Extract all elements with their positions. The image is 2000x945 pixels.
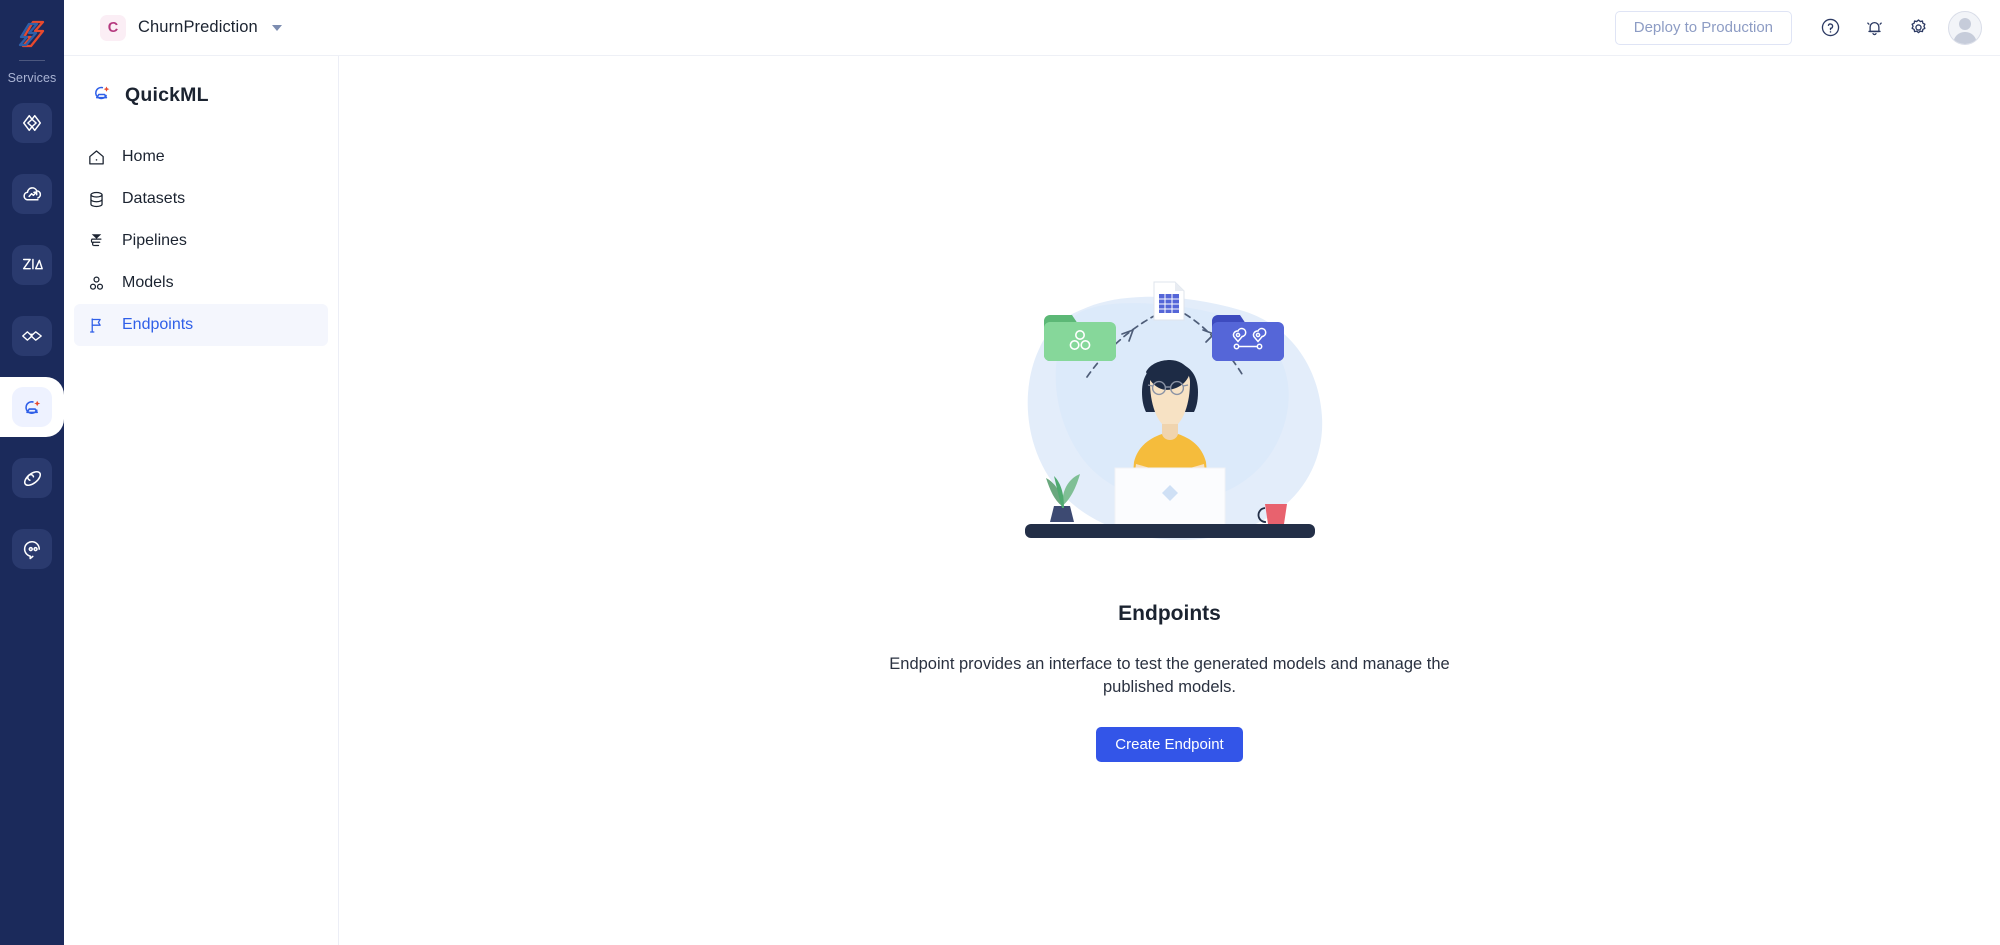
sidebar-item-home[interactable]: Home bbox=[74, 136, 328, 178]
chevron-down-icon bbox=[271, 24, 282, 31]
bell-icon[interactable] bbox=[1852, 6, 1896, 50]
sidebar-item-label: Pipelines bbox=[122, 232, 187, 249]
chat-bubble-icon bbox=[21, 538, 44, 561]
code-brackets-icon bbox=[21, 112, 43, 134]
empty-state-illustration bbox=[1024, 281, 1322, 540]
sidebar-item-label: Home bbox=[122, 148, 165, 165]
dataprep-link-icon bbox=[20, 324, 44, 348]
cloud-analytics-icon bbox=[21, 183, 44, 206]
home-icon bbox=[86, 148, 106, 167]
services-label: Services bbox=[7, 71, 57, 85]
services-rail: Services bbox=[0, 0, 64, 945]
nav-list: Home Datasets Pipelines Models Endpoints bbox=[64, 136, 338, 346]
app-root: Services C ChurnPrediction Deploy to Pro… bbox=[0, 0, 2000, 945]
org-switcher[interactable]: C ChurnPrediction bbox=[100, 14, 282, 41]
quickml-icon bbox=[20, 395, 44, 419]
rail-item-flow-service[interactable] bbox=[12, 458, 52, 498]
empty-state-description: Endpoint provides an interface to test t… bbox=[889, 655, 1450, 697]
avatar-body bbox=[1953, 31, 1977, 44]
sidebar-item-datasets[interactable]: Datasets bbox=[74, 178, 328, 220]
flow-orbit-icon bbox=[21, 467, 44, 490]
zia-analytics-icon bbox=[20, 253, 44, 277]
models-nodes-icon bbox=[86, 274, 106, 293]
rail-item-chat-service[interactable] bbox=[12, 529, 52, 569]
sidebar-item-endpoints[interactable]: Endpoints bbox=[74, 304, 328, 346]
avatar-head bbox=[1959, 17, 1971, 30]
quickml-logo-icon bbox=[90, 81, 113, 109]
brand-name: QuickML bbox=[125, 83, 209, 106]
help-circle-icon[interactable] bbox=[1808, 6, 1852, 50]
sidebar-item-label: Models bbox=[122, 274, 174, 291]
zoho-logo-icon[interactable] bbox=[12, 14, 52, 54]
database-icon bbox=[86, 190, 106, 209]
topbar-actions: Deploy to Production bbox=[1614, 6, 1982, 50]
flag-icon bbox=[86, 316, 106, 335]
org-avatar: C bbox=[100, 14, 126, 41]
gear-icon[interactable] bbox=[1896, 6, 1940, 50]
deploy-to-production-button[interactable]: Deploy to Production bbox=[1614, 10, 1792, 45]
user-avatar[interactable] bbox=[1948, 10, 1982, 45]
top-bar: C ChurnPrediction Deploy to Production bbox=[64, 0, 2000, 56]
page-title: Endpoints bbox=[1118, 602, 1221, 625]
content-area: Endpoints Endpoint provides an interface… bbox=[339, 56, 2000, 945]
sidebar-item-label: Datasets bbox=[122, 190, 186, 207]
sidebar-item-models[interactable]: Models bbox=[74, 262, 328, 304]
sidebar-item-label: Endpoints bbox=[122, 316, 194, 333]
create-endpoint-button[interactable]: Create Endpoint bbox=[1096, 726, 1243, 762]
empty-state: Endpoints Endpoint provides an interface… bbox=[790, 252, 1550, 762]
rail-item-cloud-service[interactable] bbox=[12, 174, 52, 214]
org-name: ChurnPrediction bbox=[138, 18, 258, 36]
rail-item-list bbox=[0, 103, 64, 600]
sidebar-item-pipelines[interactable]: Pipelines bbox=[74, 220, 328, 262]
pipeline-funnel-icon bbox=[86, 232, 106, 251]
rail-divider bbox=[19, 60, 45, 61]
quickml-brand: QuickML bbox=[90, 81, 338, 109]
rail-item-quickml-service[interactable] bbox=[0, 377, 64, 437]
side-navigation: QuickML Home Datasets Pipelines Models E… bbox=[64, 56, 339, 945]
rail-item-analytics-service[interactable] bbox=[12, 245, 52, 285]
rail-item-code-service[interactable] bbox=[12, 103, 52, 143]
rail-item-dataprep-service[interactable] bbox=[12, 316, 52, 356]
